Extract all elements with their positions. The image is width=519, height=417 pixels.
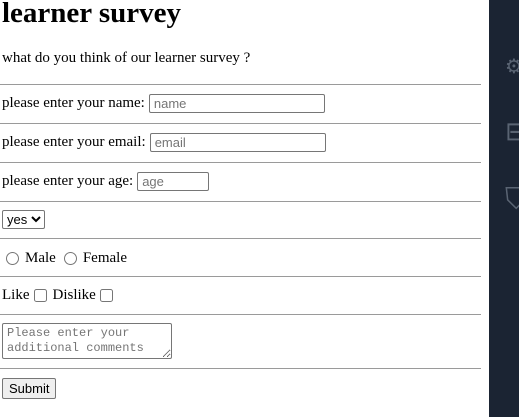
submit-button[interactable]: Submit (2, 378, 57, 399)
divider (0, 276, 481, 277)
survey-subtitle: what do you think of our learner survey … (2, 50, 251, 66)
divider (0, 238, 481, 239)
divider (0, 84, 481, 85)
divider (0, 201, 481, 202)
side-panel: ⚙ ⊟ ⛉ (489, 0, 519, 417)
dislike-checkbox[interactable] (99, 289, 113, 302)
name-input[interactable] (148, 94, 325, 113)
divider (0, 368, 481, 369)
name-row: please enter your name: (2, 94, 325, 113)
page-title: learner survey (2, 0, 182, 29)
page: learner survey what do you think of our … (0, 0, 519, 417)
preference-row: Like Dislike (2, 287, 119, 304)
comments-textarea[interactable] (2, 323, 172, 359)
window-icon[interactable]: ⊟ (505, 117, 519, 147)
name-label: please enter your name: (2, 95, 145, 111)
divider (0, 123, 481, 124)
like-checkbox[interactable] (33, 289, 47, 302)
female-radio[interactable] (63, 252, 77, 265)
divider (0, 314, 481, 315)
survey-form: learner survey what do you think of our … (0, 0, 489, 417)
dropdown-row: yes (2, 210, 45, 229)
yes-no-select[interactable]: yes (2, 210, 45, 229)
age-label: please enter your age: (2, 173, 134, 189)
male-label: Male (25, 250, 56, 266)
dislike-label: Dislike (52, 287, 96, 303)
email-label: please enter your email: (2, 134, 146, 150)
gear-icon[interactable]: ⚙ (505, 54, 519, 78)
age-row: please enter your age: (2, 172, 210, 191)
like-label: Like (2, 287, 30, 303)
female-label: Female (82, 250, 127, 266)
male-radio[interactable] (6, 252, 19, 265)
shield-icon[interactable]: ⛉ (505, 182, 519, 217)
age-input[interactable] (137, 172, 210, 191)
email-row: please enter your email: (2, 133, 326, 152)
gender-row: Male Female (2, 250, 127, 267)
email-input[interactable] (149, 133, 326, 152)
divider (0, 162, 481, 163)
